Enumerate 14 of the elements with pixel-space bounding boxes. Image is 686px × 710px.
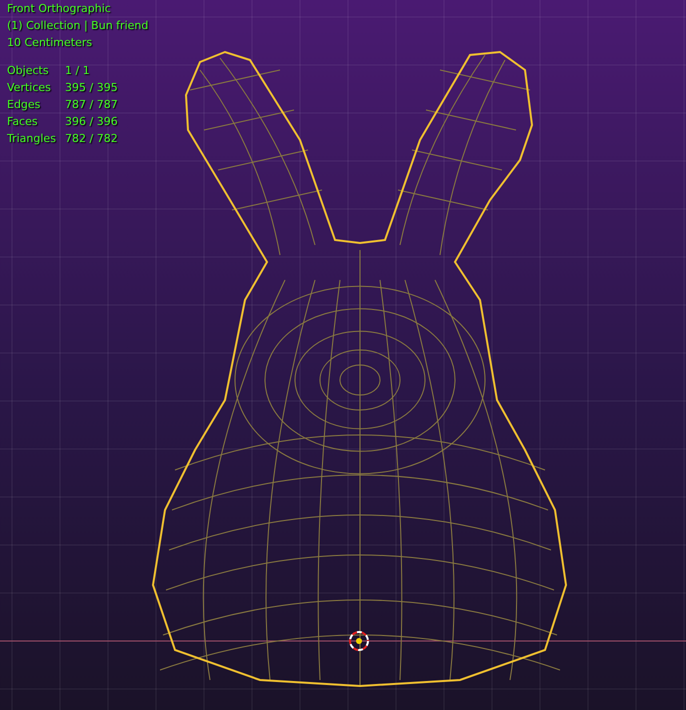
- stat-label: Objects: [7, 63, 50, 79]
- stat-value: 396 / 396: [65, 114, 119, 130]
- stat-label: Faces: [7, 114, 39, 130]
- collection-name: (1) Collection | Bun friend: [7, 18, 148, 34]
- grid-scale: 10 Centimeters: [7, 35, 94, 51]
- stat-label: Edges: [7, 97, 42, 113]
- stat-label: Vertices: [7, 80, 52, 96]
- stat-value: 787 / 787: [65, 97, 119, 113]
- 3d-cursor-icon: [349, 631, 369, 651]
- stat-label: Triangles: [7, 131, 57, 147]
- stat-value: 1 / 1: [65, 63, 91, 79]
- view-name: Front Orthographic: [7, 1, 112, 17]
- stat-value: 395 / 395: [65, 80, 119, 96]
- stat-value: 782 / 782: [65, 131, 119, 147]
